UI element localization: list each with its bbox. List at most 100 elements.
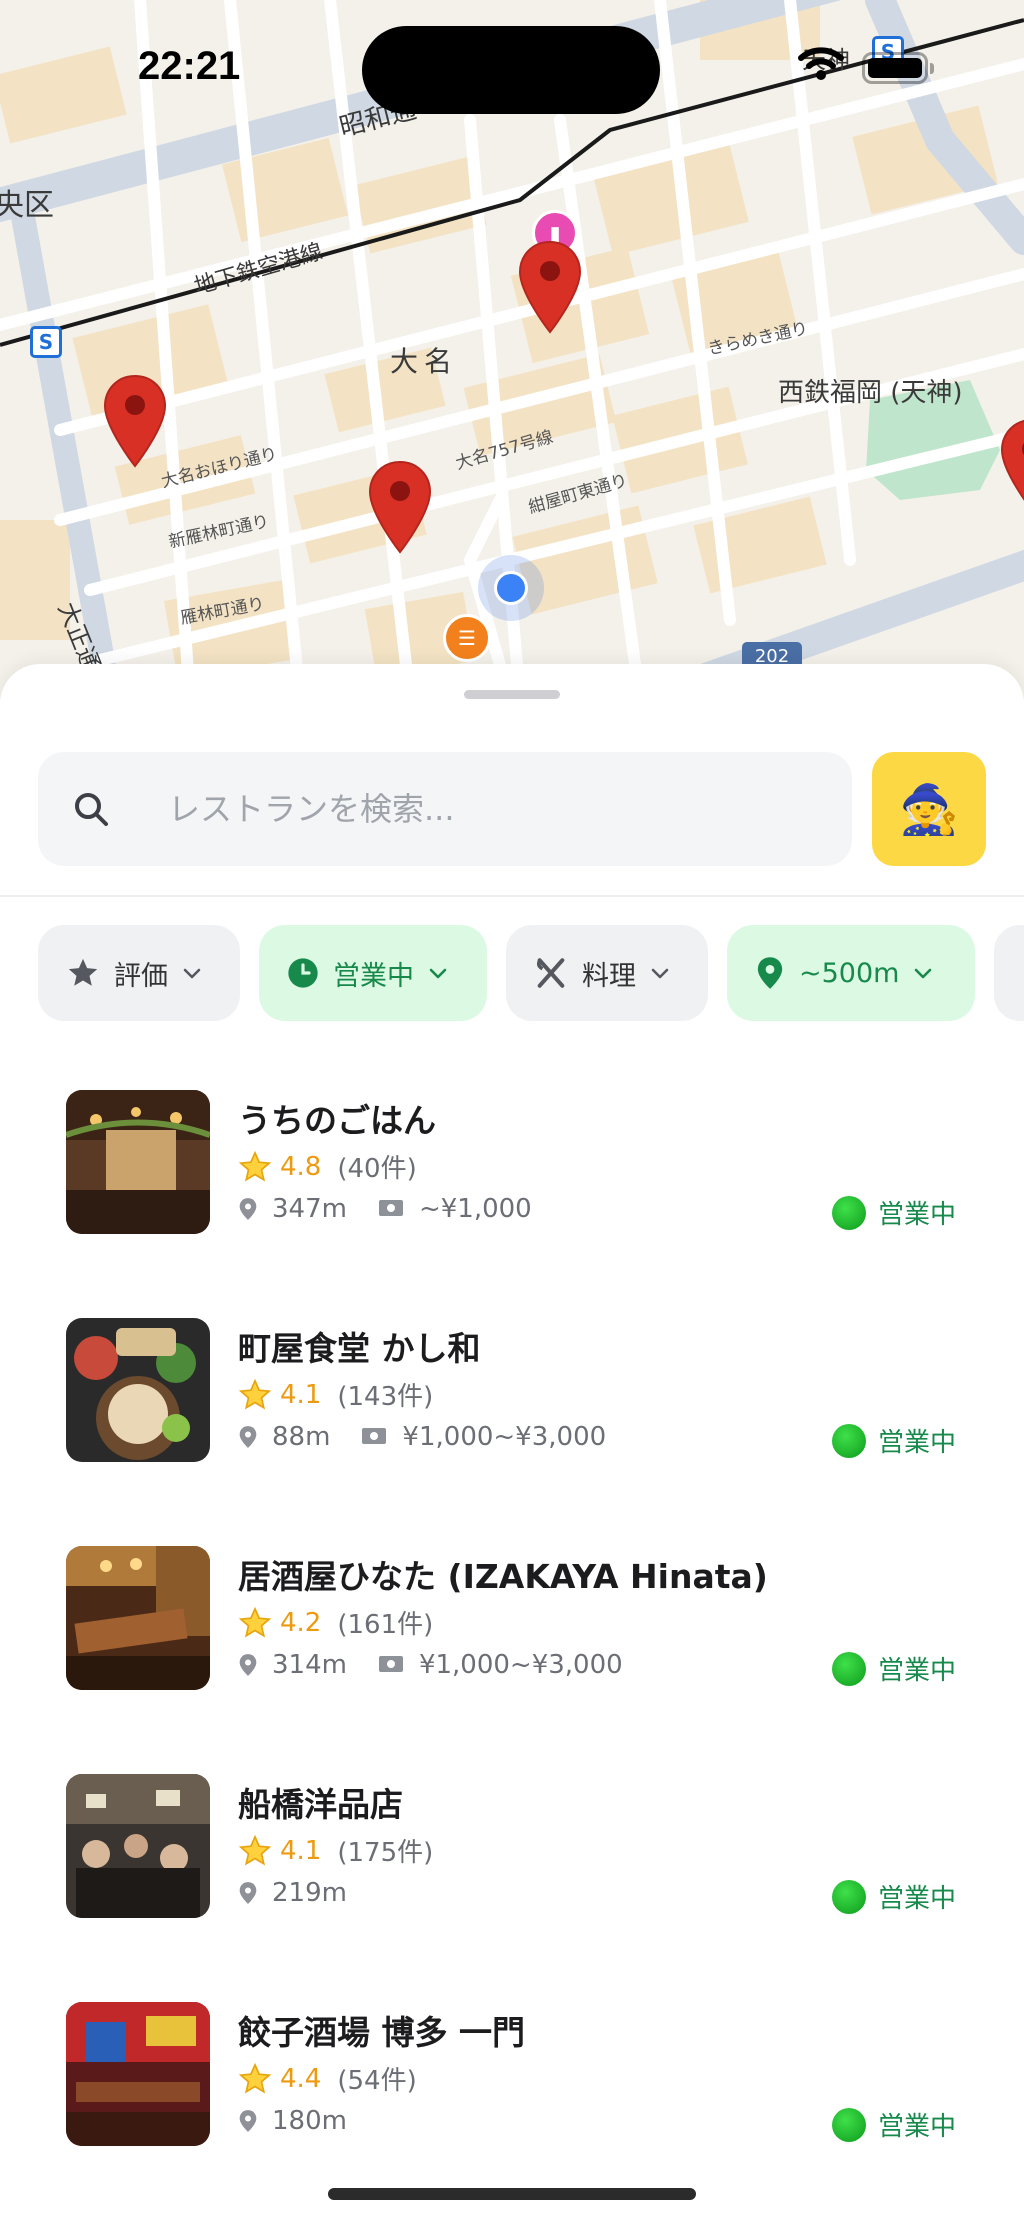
rating-row: 4.1 (175件) xyxy=(238,1832,433,1869)
utensils-icon xyxy=(534,956,568,990)
restaurant-map-pin[interactable] xyxy=(368,460,432,554)
rating-value: 4.1 xyxy=(280,1379,322,1410)
filter-chip-cuisine[interactable]: 料理 xyxy=(506,925,708,1021)
clock-icon xyxy=(287,957,319,989)
location-pin-icon xyxy=(238,1425,258,1449)
chevron-down-icon xyxy=(648,961,672,985)
meta-row: 347m ~¥1,000 xyxy=(238,1194,532,1224)
restaurant-thumbnail xyxy=(66,1546,210,1690)
chevron-down-icon xyxy=(911,961,935,985)
filter-chip-label: 料理 xyxy=(582,960,636,992)
restaurant-map-pin[interactable] xyxy=(103,374,167,468)
restaurant-list-item[interactable]: うちのごはん 4.8 (40件) 347m ~¥1,000 営業中 xyxy=(0,1090,1024,1236)
star-icon xyxy=(66,956,100,990)
price-range: ~¥1,000 xyxy=(418,1194,532,1224)
dynamic-island xyxy=(362,26,660,114)
meta-row: 314m ¥1,000~¥3,000 xyxy=(238,1650,623,1680)
location-pin-icon xyxy=(238,1653,258,1677)
open-status: 営業中 xyxy=(832,1878,956,1915)
rating-value: 4.2 xyxy=(280,1607,322,1638)
restaurant-list-item[interactable]: 餃子酒場 博多 一門 4.4 (54件) 180m 営業中 xyxy=(0,2002,1024,2148)
location-pin-icon xyxy=(238,1197,258,1221)
restaurant-list-item[interactable]: 船橋洋品店 4.1 (175件) 219m 営業中 xyxy=(0,1774,1024,1920)
filter-chip-more[interactable] xyxy=(994,925,1024,1021)
open-status: 営業中 xyxy=(832,2106,956,2143)
review-count: (161件) xyxy=(337,1610,434,1640)
review-count: (175件) xyxy=(337,1838,434,1868)
restaurant-thumbnail xyxy=(66,1318,210,1462)
distance: 347m xyxy=(272,1194,347,1224)
sheet-grabber-handle[interactable] xyxy=(464,690,560,699)
restaurant-thumbnail xyxy=(66,1090,210,1234)
star-icon xyxy=(238,1834,272,1865)
green-circle-icon xyxy=(832,2107,866,2142)
home-indicator[interactable] xyxy=(328,2188,696,2200)
current-location-dot xyxy=(478,555,544,621)
search-bar[interactable] xyxy=(38,752,852,866)
search-icon xyxy=(75,793,108,826)
ai-wizard-button[interactable]: 🧙 xyxy=(872,752,986,866)
restaurant-thumbnail xyxy=(66,2002,210,2146)
restaurant-name: 町屋食堂 かし和 xyxy=(238,1329,481,1368)
money-icon xyxy=(377,1198,405,1220)
distance: 219m xyxy=(272,1878,347,1908)
meta-row: 219m xyxy=(238,1878,377,1908)
open-status-label: 営業中 xyxy=(878,1656,957,1686)
green-circle-icon xyxy=(832,1423,866,1458)
rating-row: 4.8 (40件) xyxy=(238,1148,417,1185)
open-status-label: 営業中 xyxy=(878,1884,957,1914)
restaurant-list-item[interactable]: 町屋食堂 かし和 4.1 (143件) 88m ¥1,000~¥3,000 営業… xyxy=(0,1318,1024,1464)
restaurant-name: 船橋洋品店 xyxy=(238,1785,403,1824)
divider xyxy=(0,895,1024,897)
review-count: (143件) xyxy=(337,1382,434,1412)
distance: 88m xyxy=(272,1422,331,1452)
wizard-icon: 🧙 xyxy=(899,783,959,837)
green-circle-icon xyxy=(832,1879,866,1914)
open-status: 営業中 xyxy=(832,1194,956,1231)
open-status: 営業中 xyxy=(832,1650,956,1687)
search-input[interactable] xyxy=(168,752,828,866)
status-bar-time: 22:21 xyxy=(138,44,241,88)
filter-chip-open-now[interactable]: 営業中 xyxy=(259,925,487,1021)
meta-row: 88m ¥1,000~¥3,000 xyxy=(238,1422,606,1452)
chevron-down-icon xyxy=(180,961,204,985)
star-icon xyxy=(238,1378,272,1409)
restaurant-name: うちのごはん xyxy=(238,1101,436,1140)
review-count: (54件) xyxy=(337,2066,417,2096)
restaurant-name: 居酒屋ひなた (IZAKAYA Hinata) xyxy=(238,1557,768,1596)
star-icon xyxy=(238,2062,272,2093)
rating-value: 4.1 xyxy=(280,1835,322,1866)
filter-chip-rating[interactable]: 評価 xyxy=(38,925,240,1021)
review-count: (40件) xyxy=(337,1154,417,1184)
chevron-down-icon xyxy=(426,961,450,985)
rating-row: 4.4 (54件) xyxy=(238,2060,417,2097)
map-label-district: 央区 xyxy=(0,188,54,223)
rating-row: 4.2 (161件) xyxy=(238,1604,433,1641)
restaurant-map-pin[interactable] xyxy=(518,240,582,334)
map-label-station: 西鉄福岡 (天神) xyxy=(778,378,963,408)
restaurant-poi-icon[interactable]: ☰ xyxy=(443,614,491,662)
restaurant-thumbnail xyxy=(66,1774,210,1918)
open-status: 営業中 xyxy=(832,1422,956,1459)
restaurant-sheet[interactable]: 🧙 評価 営業中 料理 xyxy=(0,664,1024,2219)
filter-chip-label: 営業中 xyxy=(333,960,414,992)
filter-chip-distance[interactable]: ~500m xyxy=(727,925,975,1021)
distance: 314m xyxy=(272,1650,347,1680)
location-pin-icon xyxy=(238,1881,258,1905)
money-icon xyxy=(377,1654,405,1676)
location-pin-icon xyxy=(755,956,785,990)
open-status-label: 営業中 xyxy=(878,1428,957,1458)
restaurant-map-pin[interactable] xyxy=(1000,418,1024,512)
filter-chip-label: 評価 xyxy=(114,960,168,992)
location-pin-icon xyxy=(238,2109,258,2133)
rating-value: 4.8 xyxy=(280,1151,322,1182)
open-status-label: 営業中 xyxy=(878,2112,957,2142)
battery-icon xyxy=(862,52,934,84)
restaurant-list-item[interactable]: 居酒屋ひなた (IZAKAYA Hinata) 4.2 (161件) 314m … xyxy=(0,1546,1024,1692)
wifi-icon xyxy=(798,47,844,80)
metro-station-icon[interactable]: S xyxy=(30,326,62,358)
restaurant-name: 餃子酒場 博多 一門 xyxy=(238,2013,525,2052)
price-range: ¥1,000~¥3,000 xyxy=(418,1650,623,1680)
green-circle-icon xyxy=(832,1651,866,1686)
open-status-label: 営業中 xyxy=(878,1200,957,1230)
